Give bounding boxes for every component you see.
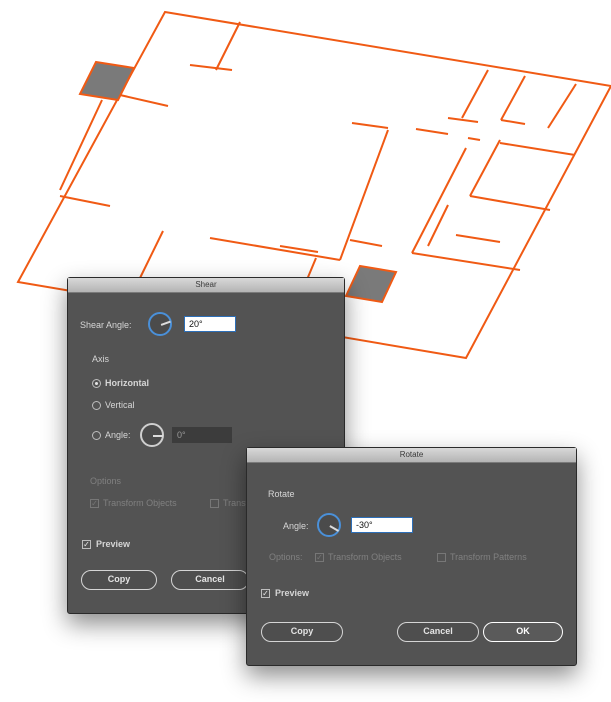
axis-horizontal-radio[interactable] — [92, 379, 101, 388]
rotate-angle-dial-icon[interactable] — [317, 513, 341, 537]
axis-vertical-label[interactable]: Vertical — [105, 400, 135, 410]
axis-angle-dial-icon[interactable] — [140, 423, 164, 447]
axis-angle-label[interactable]: Angle: — [105, 430, 131, 440]
rotate-transform-objects-checkbox: ✓ — [315, 553, 324, 562]
axis-angle-radio[interactable] — [92, 431, 101, 440]
shear-dialog-title: Shear — [68, 278, 344, 293]
shear-preview-label[interactable]: Preview — [96, 539, 130, 549]
rotate-transform-patterns-checkbox — [437, 553, 446, 562]
shear-cancel-button[interactable]: Cancel — [171, 570, 249, 590]
transform-patterns-checkbox — [210, 499, 219, 508]
rotate-dialog: Rotate Rotate Angle: -30° Options: ✓ Tra… — [246, 447, 577, 666]
shear-copy-button[interactable]: Copy — [81, 570, 157, 590]
axis-angle-input[interactable]: 0° — [172, 427, 232, 443]
rotate-transform-objects-label: Transform Objects — [328, 552, 402, 562]
shear-preview-checkbox[interactable]: ✓ — [82, 540, 91, 549]
rotate-cancel-button[interactable]: Cancel — [397, 622, 479, 642]
grey-tile-top — [78, 60, 136, 102]
transform-objects-checkbox: ✓ — [90, 499, 99, 508]
rotate-heading: Rotate — [268, 489, 295, 499]
rotate-angle-label: Angle: — [283, 521, 309, 531]
axis-horizontal-label[interactable]: Horizontal — [105, 378, 149, 388]
shear-angle-label: Shear Angle: — [80, 320, 132, 330]
grey-tile-bottom — [344, 264, 398, 304]
rotate-preview-checkbox[interactable]: ✓ — [261, 589, 270, 598]
shear-angle-input[interactable]: 20° — [184, 316, 236, 332]
rotate-copy-button[interactable]: Copy — [261, 622, 343, 642]
rotate-ok-button[interactable]: OK — [483, 622, 563, 642]
rotate-dialog-title: Rotate — [247, 448, 576, 463]
options-heading: Options — [90, 476, 122, 486]
transform-patterns-label: Transf — [223, 498, 249, 508]
shear-angle-dial-icon[interactable] — [148, 312, 172, 336]
axis-vertical-radio[interactable] — [92, 401, 101, 410]
rotate-angle-input[interactable]: -30° — [351, 517, 413, 533]
transform-objects-label: Transform Objects — [103, 498, 177, 508]
rotate-options-label: Options: — [269, 552, 303, 562]
axis-heading: Axis — [92, 354, 110, 364]
rotate-transform-patterns-label: Transform Patterns — [450, 552, 527, 562]
rotate-preview-label[interactable]: Preview — [275, 588, 309, 598]
